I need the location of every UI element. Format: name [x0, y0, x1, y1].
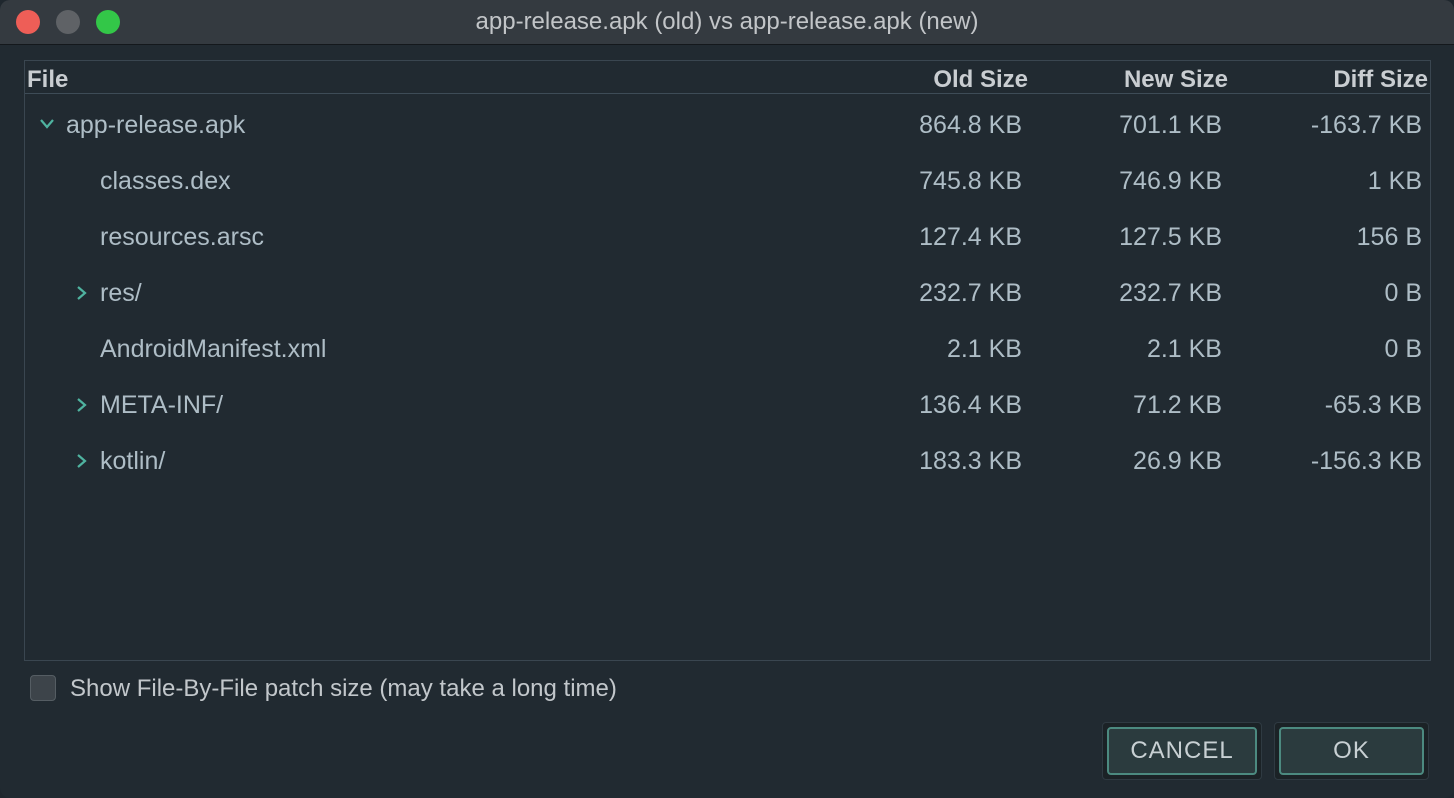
file-size-table: File Old Size New Size Diff Size app-rel…	[24, 60, 1431, 661]
new-size: 701.1 KB	[1119, 111, 1222, 139]
file-name: resources.arsc	[100, 223, 264, 251]
new-size: 2.1 KB	[1146, 335, 1222, 363]
file-name: AndroidManifest.xml	[100, 335, 327, 363]
file-by-file-label[interactable]: Show File-By-File patch size (may take a…	[70, 672, 617, 706]
diff-size: -156.3 KB	[1310, 447, 1422, 475]
chevron-right-icon[interactable]	[75, 453, 89, 468]
table-row[interactable]: classes.dex 745.8 KB 746.9 KB 1 KB	[25, 153, 1430, 209]
file-name: classes.dex	[100, 167, 231, 195]
diff-size: 1 KB	[1367, 167, 1422, 195]
file-by-file-checkbox[interactable]	[30, 675, 56, 701]
table-row[interactable]: META-INF/ 136.4 KB 71.2 KB -65.3 KB	[25, 377, 1430, 433]
table-row[interactable]: resources.arsc 127.4 KB 127.5 KB 156 B	[25, 209, 1430, 265]
new-size: 71.2 KB	[1133, 391, 1222, 419]
new-size: 127.5 KB	[1119, 223, 1222, 251]
old-size: 232.7 KB	[919, 279, 1022, 307]
diff-size: 0 B	[1384, 279, 1422, 307]
ok-button-label: OK	[1279, 727, 1424, 775]
table-row[interactable]: kotlin/ 183.3 KB 26.9 KB -156.3 KB	[25, 433, 1430, 489]
new-size: 26.9 KB	[1133, 447, 1222, 475]
window-title: app-release.apk (old) vs app-release.apk…	[475, 8, 979, 35]
cancel-button-label: CANCEL	[1107, 727, 1257, 775]
old-size: 136.4 KB	[919, 391, 1022, 419]
old-size: 127.4 KB	[919, 223, 1022, 251]
old-size: 864.8 KB	[919, 111, 1022, 139]
file-name: app-release.apk	[66, 111, 246, 139]
diff-size: 0 B	[1384, 335, 1422, 363]
diff-size: -163.7 KB	[1310, 111, 1422, 139]
diff-size: -65.3 KB	[1324, 391, 1422, 419]
column-header-file[interactable]: File	[27, 61, 68, 95]
dialog-window: app-release.apk (old) vs app-release.apk…	[0, 0, 1454, 798]
chevron-right-icon[interactable]	[75, 285, 89, 300]
table-row[interactable]: AndroidManifest.xml 2.1 KB 2.1 KB 0 B	[25, 321, 1430, 377]
column-header-old-size[interactable]: Old Size	[933, 61, 1028, 95]
column-header-new-size[interactable]: New Size	[1124, 61, 1228, 95]
table-row[interactable]: res/ 232.7 KB 232.7 KB 0 B	[25, 265, 1430, 321]
old-size: 745.8 KB	[919, 167, 1022, 195]
table-header: File Old Size New Size Diff Size	[25, 61, 1430, 94]
title-bar[interactable]: app-release.apk (old) vs app-release.apk…	[0, 0, 1454, 45]
column-header-diff-size[interactable]: Diff Size	[1333, 61, 1428, 95]
cancel-button[interactable]: CANCEL	[1102, 722, 1262, 780]
file-name: res/	[100, 279, 142, 307]
diff-size: 156 B	[1356, 223, 1422, 251]
table-row[interactable]: app-release.apk 864.8 KB 701.1 KB -163.7…	[25, 97, 1430, 153]
new-size: 746.9 KB	[1119, 167, 1222, 195]
new-size: 232.7 KB	[1119, 279, 1222, 307]
file-name: META-INF/	[100, 391, 224, 419]
file-name: kotlin/	[100, 447, 166, 475]
old-size: 2.1 KB	[946, 335, 1022, 363]
old-size: 183.3 KB	[919, 447, 1022, 475]
ok-button[interactable]: OK	[1274, 722, 1429, 780]
chevron-right-icon[interactable]	[75, 397, 89, 412]
chevron-down-icon[interactable]	[39, 117, 54, 131]
